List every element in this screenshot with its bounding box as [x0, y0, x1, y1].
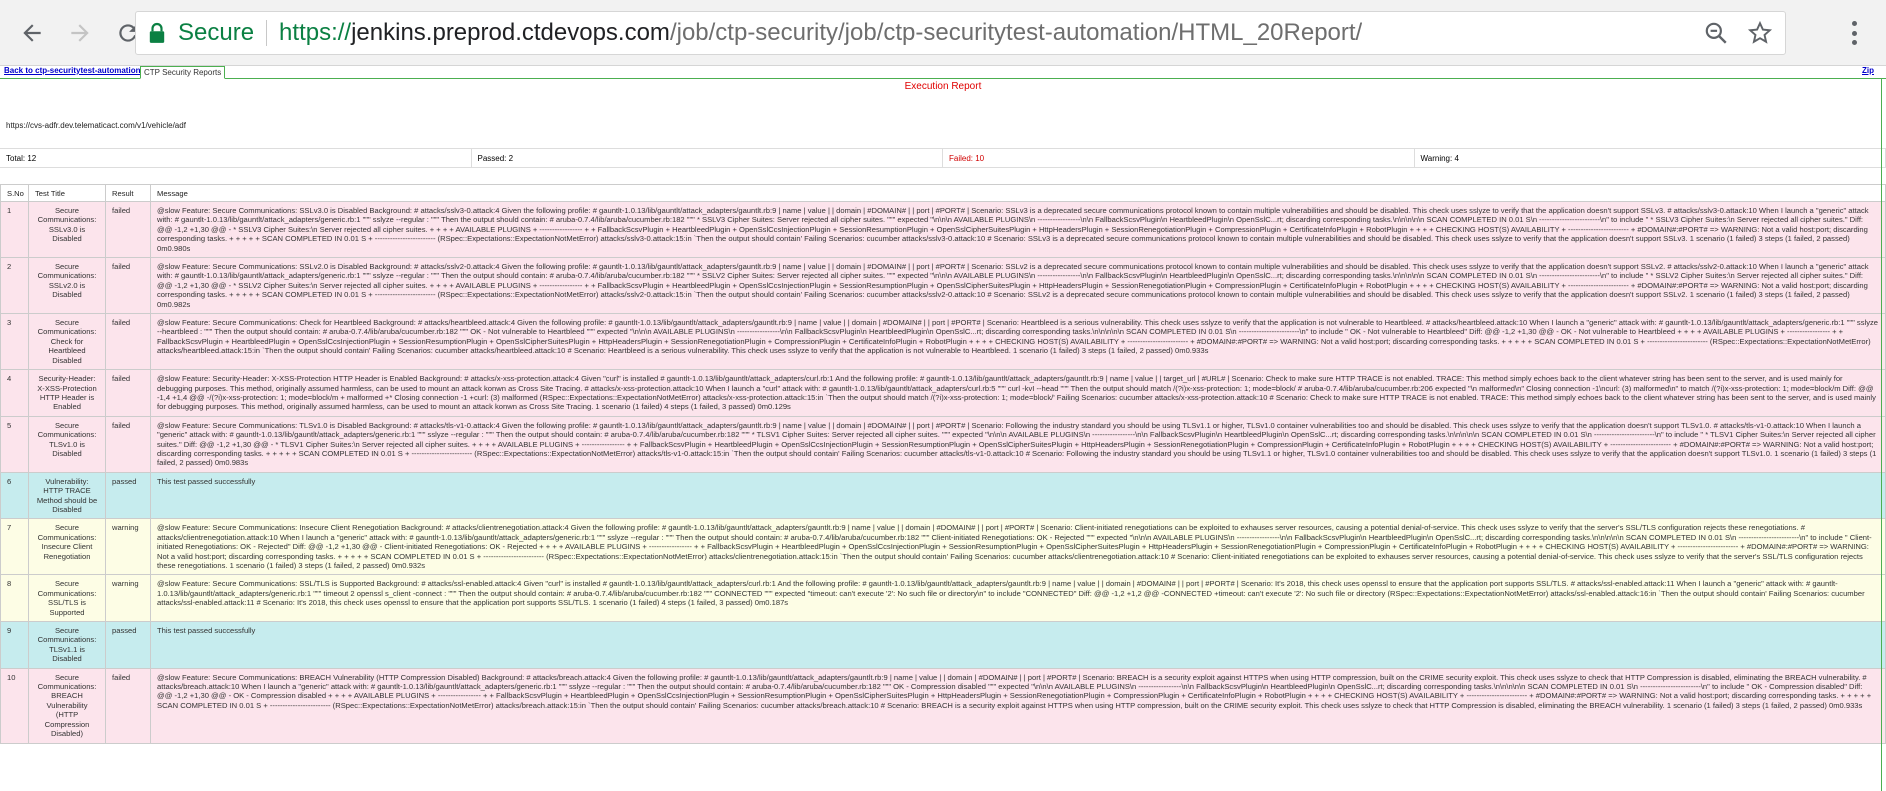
address-separator [266, 20, 268, 46]
zoom-icon[interactable] [1703, 20, 1729, 46]
cell-message: @slow Feature: Security-Header: X-XSS-Pr… [150, 369, 1886, 417]
cell-result: passed [105, 621, 151, 669]
cell-result: failed [105, 369, 151, 417]
table-row: 8 Secure Communications: SSL/TLS is Suppo… [0, 574, 1886, 623]
cell-result: warning [105, 518, 151, 576]
cell-test-title: Secure Communications: Check for Heartbl… [28, 313, 106, 371]
cell-message: @slow Feature: Secure Communications: TL… [150, 415, 1886, 473]
cell-message: @slow Feature: Secure Communications: In… [150, 518, 1886, 576]
table-row: 6 Vulnerability: HTTP TRACE Method should… [0, 471, 1886, 520]
cell-result: failed [105, 257, 151, 315]
column-header-sno: S.No [0, 184, 29, 202]
table-row: 5 Secure Communications: TLSv1.0 is Disab… [0, 415, 1886, 473]
arrow-right-icon [71, 23, 89, 42]
cell-test-title: Secure Communications: SSLv3.0 is Disabl… [28, 200, 106, 259]
address-bar[interactable]: Secure https://jenkins.preprod.ctdevops.… [135, 11, 1786, 55]
cell-result: passed [105, 471, 151, 520]
column-header-message: Message [150, 184, 1886, 202]
cell-sno: 7 [0, 518, 29, 576]
url-text[interactable]: https://jenkins.preprod.ctdevops.com/job… [279, 19, 1362, 47]
cell-sno: 9 [0, 621, 29, 669]
tab-ctp-security-reports[interactable]: CTP Security Reports [140, 66, 226, 79]
cell-result: failed [105, 667, 151, 744]
back-button[interactable] [12, 13, 52, 53]
cell-message: @slow Feature: Secure Communications: SS… [150, 257, 1886, 315]
table-row: 2 Secure Communications: SSLv2.0 is Disab… [0, 257, 1886, 315]
cell-result: failed [105, 415, 151, 473]
table-row: 10 Secure Communications: BREACH Vulnerab… [0, 667, 1886, 744]
summary-total: Total: 12 [0, 149, 472, 167]
browser-toolbar: Secure https://jenkins.preprod.ctdevops.… [0, 0, 1886, 66]
cell-message: @slow Feature: Secure Communications: SS… [150, 200, 1886, 259]
cell-test-title: Secure Communications: TLSv1.1 is Disabl… [28, 621, 106, 669]
forward-button[interactable] [60, 13, 100, 53]
browser-menu-button[interactable] [1840, 18, 1868, 48]
menu-dot-icon [1851, 21, 1857, 26]
cell-message: @slow Feature: Secure Communications: Ch… [150, 313, 1886, 371]
menu-dot-icon [1851, 40, 1857, 45]
cell-message: @slow Feature: Secure Communications: BR… [150, 667, 1886, 744]
summary-bar: Total: 12 Passed: 2 Failed: 10 Warning: … [0, 148, 1886, 168]
cell-sno: 6 [0, 471, 29, 520]
table-row: 3 Secure Communications: Check for Heartb… [0, 313, 1886, 371]
cell-message: This test passed successfully [150, 471, 1886, 520]
summary-failed: Failed: 10 [943, 149, 1415, 167]
arrow-left-icon [23, 23, 41, 42]
cell-sno: 1 [0, 200, 29, 259]
cell-sno: 4 [0, 369, 29, 417]
results-table: S.No Test Title Result Message 1 Secure C… [0, 184, 1886, 744]
cell-test-title: Vulnerability: HTTP TRACE Method should … [28, 471, 106, 520]
url-protocol: https:// [279, 19, 352, 46]
cell-sno: 10 [0, 667, 29, 744]
summary-warning: Warning: 4 [1415, 149, 1886, 167]
cell-test-title: Secure Communications: SSL/TLS is Suppor… [28, 574, 106, 623]
zip-download-link[interactable]: Zip [1862, 66, 1874, 75]
cell-message: This test passed successfully [150, 621, 1886, 669]
back-to-job-link[interactable]: Back to ctp-securitytest-automation [4, 66, 140, 75]
cell-message: @slow Feature: Secure Communications: SS… [150, 574, 1886, 623]
cell-test-title: Secure Communications: SSLv2.0 is Disabl… [28, 257, 106, 315]
report-title: Execution Report [904, 81, 982, 92]
cell-result: warning [105, 574, 151, 623]
summary-passed: Passed: 2 [472, 149, 943, 167]
column-header-test-title: Test Title [28, 184, 106, 202]
cell-result: failed [105, 313, 151, 371]
lock-icon [146, 20, 168, 46]
column-header-result: Result [105, 184, 151, 202]
cell-sno: 5 [0, 415, 29, 473]
secure-label[interactable]: Secure [178, 19, 254, 47]
report-frame-border [1881, 79, 1882, 791]
table-row: 9 Secure Communications: TLSv1.1 is Disab… [0, 621, 1886, 669]
table-header-row: S.No Test Title Result Message [0, 184, 1886, 202]
table-row: 7 Secure Communications: Insecure Client … [0, 518, 1886, 576]
cell-test-title: Security-Header: X-XSS-Protection HTTP H… [28, 369, 106, 417]
bookmark-star-icon[interactable] [1747, 20, 1773, 46]
report-tab-strip: Back to ctp-securitytest-automation CTP … [0, 66, 1886, 79]
menu-dot-icon [1851, 30, 1857, 36]
cell-test-title: Secure Communications: BREACH Vulnerabil… [28, 667, 106, 744]
cell-test-title: Secure Communications: TLSv1.0 is Disabl… [28, 415, 106, 473]
cell-sno: 8 [0, 574, 29, 623]
table-row: 4 Security-Header: X-XSS-Protection HTTP … [0, 369, 1886, 417]
address-bar-actions [1703, 20, 1773, 46]
cell-sno: 2 [0, 257, 29, 315]
target-url: https://cvs-adfr.dev.telematicact.com/v1… [6, 121, 186, 130]
cell-result: failed [105, 200, 151, 259]
url-host: jenkins.preprod.ctdevops.com [351, 19, 670, 46]
cell-sno: 3 [0, 313, 29, 371]
cell-test-title: Secure Communications: Insecure Client R… [28, 518, 106, 576]
url-path: /job/ctp-security/job/ctp-securitytest-a… [669, 19, 1363, 46]
table-row: 1 Secure Communications: SSLv3.0 is Disab… [0, 200, 1886, 259]
